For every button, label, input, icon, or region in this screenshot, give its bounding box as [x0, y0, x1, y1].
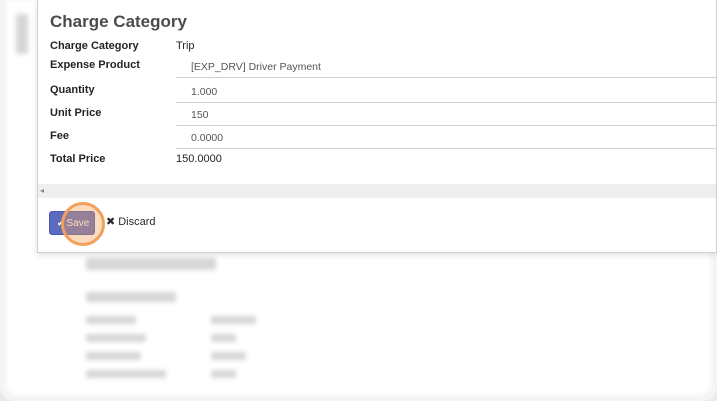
charge-category-value: Trip	[176, 40, 195, 52]
total-price-row: Total Price 150.0000	[50, 149, 706, 171]
charge-category-label: Charge Category	[50, 40, 139, 52]
fee-row: Fee 0.0000	[50, 126, 716, 149]
quantity-label: Quantity	[50, 84, 95, 96]
save-button[interactable]: ✔ Save	[49, 211, 95, 235]
save-label: Save	[66, 218, 90, 229]
fee-field[interactable]: 0.0000	[176, 126, 716, 149]
total-price-label: Total Price	[50, 153, 106, 165]
discard-label: Discard	[118, 216, 156, 228]
unit-price-label: Unit Price	[50, 107, 102, 119]
unit-price-row: Unit Price 150	[50, 103, 716, 126]
scroll-left-icon[interactable]: ◂	[40, 186, 44, 195]
dialog-title: Charge Category	[50, 12, 187, 31]
quantity-row: Quantity 1.000	[50, 80, 716, 103]
expense-product-row: Expense Product [EXP_DRV] Driver Payment	[50, 55, 716, 78]
horizontal-scrollbar[interactable]: ◂	[38, 184, 716, 198]
expense-product-label: Expense Product	[50, 59, 140, 71]
discard-button[interactable]: ✖ Discard	[106, 215, 156, 228]
fee-label: Fee	[50, 130, 69, 142]
close-icon: ✖	[106, 216, 116, 228]
unit-price-field[interactable]: 150	[176, 103, 716, 126]
check-icon: ✔	[57, 218, 65, 228]
expense-product-field[interactable]: [EXP_DRV] Driver Payment	[176, 55, 716, 78]
quantity-field[interactable]: 1.000	[176, 80, 716, 103]
total-price-value: 150.0000	[176, 153, 222, 165]
